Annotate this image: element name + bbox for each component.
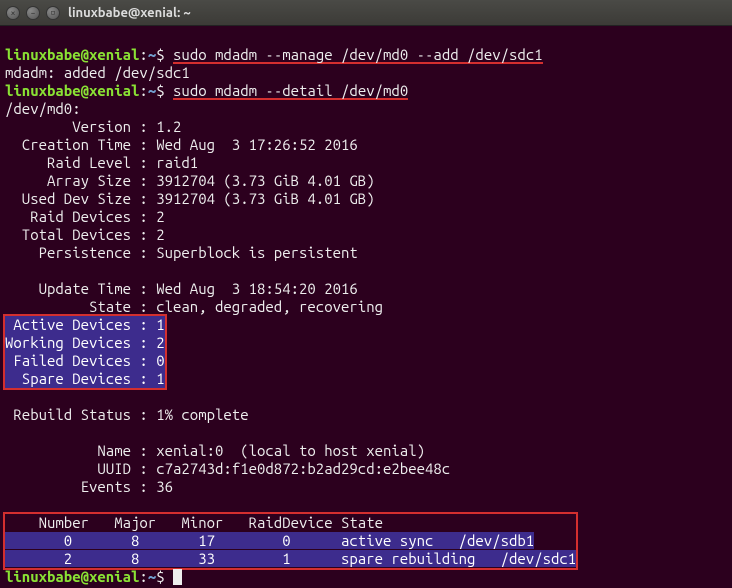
prompt-user-host: linuxbabe@xenial (5, 46, 139, 63)
detail-persistence: Persistence : Superblock is persistent (5, 244, 358, 261)
prompt-path: ~ (148, 568, 156, 585)
detail-dev: /dev/md0: (5, 100, 81, 117)
detail-used-dev-size: Used Dev Size : 3912704 (3.73 GiB 4.01 G… (5, 190, 375, 207)
detail-state: State : clean, degraded, recovering (5, 298, 383, 315)
detail-working-devices: Working Devices : 2 (5, 334, 165, 351)
prompt-colon: : (139, 82, 147, 99)
detail-events: Events : 36 (5, 478, 173, 495)
detail-failed-devices: Failed Devices : 0 (5, 352, 165, 369)
detail-update-time: Update Time : Wed Aug 3 18:54:20 2016 (5, 280, 358, 297)
titlebar: × – ▫ linuxbabe@xenial: ~ (0, 0, 732, 26)
prompt-colon: : (139, 568, 147, 585)
maximize-button[interactable]: ▫ (46, 6, 60, 20)
detail-raid-level: Raid Level : raid1 (5, 154, 198, 171)
cursor (173, 569, 182, 585)
detail-array-size: Array Size : 3912704 (3.73 GiB 4.01 GB) (5, 172, 375, 189)
command-1: sudo mdadm --manage /dev/md0 --add /dev/… (173, 46, 543, 64)
device-table-row: 0 8 17 0 active sync /dev/sdb1 (5, 532, 534, 549)
prompt: linuxbabe@xenial:~$ (5, 82, 173, 99)
output-added: mdadm: added /dev/sdc1 (5, 64, 190, 81)
prompt-sigil: $ (156, 82, 173, 99)
close-button[interactable]: × (6, 6, 20, 20)
prompt-colon: : (139, 46, 147, 63)
minimize-button[interactable]: – (26, 6, 40, 20)
prompt-sigil: $ (156, 568, 173, 585)
detail-total-devices: Total Devices : 2 (5, 226, 165, 243)
detail-active-devices: Active Devices : 1 (5, 316, 165, 333)
detail-raid-devices: Raid Devices : 2 (5, 208, 165, 225)
detail-version: Version : 1.2 (5, 118, 181, 135)
device-table-box: Number Major Minor RaidDevice State 0 8 … (5, 514, 576, 568)
window-controls: × – ▫ (6, 6, 60, 20)
prompt-path: ~ (148, 82, 156, 99)
command-2: sudo mdadm --detail /dev/md0 (173, 82, 408, 100)
detail-creation: Creation Time : Wed Aug 3 17:26:52 2016 (5, 136, 358, 153)
detail-spare-devices: Spare Devices : 1 (5, 370, 165, 387)
prompt-user-host: linuxbabe@xenial (5, 568, 139, 585)
device-counts-box: Active Devices : 1 Working Devices : 2 F… (5, 316, 165, 388)
prompt: linuxbabe@xenial:~$ (5, 568, 173, 585)
prompt-path: ~ (148, 46, 156, 63)
prompt-user-host: linuxbabe@xenial (5, 82, 139, 99)
device-table-header: Number Major Minor RaidDevice State (5, 514, 383, 531)
detail-uuid: UUID : c7a2743d:f1e0d872:b2ad29cd:e2bee4… (5, 460, 450, 477)
detail-name: Name : xenial:0 (local to host xenial) (5, 442, 425, 459)
terminal[interactable]: linuxbabe@xenial:~$ sudo mdadm --manage … (0, 26, 732, 588)
prompt: linuxbabe@xenial:~$ (5, 46, 173, 63)
detail-rebuild-status: Rebuild Status : 1% complete (5, 406, 249, 423)
device-table-row: 2 8 33 1 spare rebuilding /dev/sdc1 (5, 550, 576, 567)
window-title: linuxbabe@xenial: ~ (68, 6, 191, 20)
prompt-sigil: $ (156, 46, 173, 63)
